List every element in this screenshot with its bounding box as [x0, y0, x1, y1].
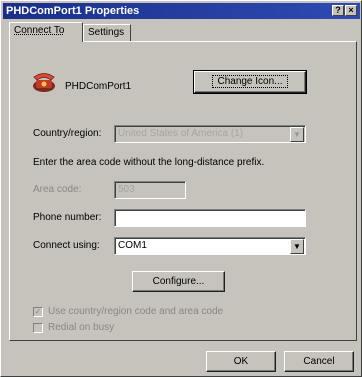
country-select[interactable]: United States of America (1) ▼: [114, 125, 306, 143]
area-code-label: Area code:: [33, 184, 82, 195]
tab-connect-to[interactable]: Connect To: [9, 22, 83, 42]
area-code-field[interactable]: 503: [114, 181, 186, 199]
area-code-value: 503: [118, 184, 135, 195]
change-icon-button[interactable]: Change Icon...: [193, 70, 307, 94]
device-name: PHDComPort1: [65, 81, 132, 92]
chevron-down-icon[interactable]: ▼: [290, 127, 304, 142]
help-button[interactable]: ?: [332, 5, 344, 16]
redial-checkbox[interactable]: [33, 323, 43, 333]
use-country-checkbox[interactable]: ✓: [33, 307, 43, 317]
title-bar: PHDComPort1 Properties ? ×: [3, 3, 360, 19]
change-icon-label: Change Icon...: [212, 75, 288, 88]
ok-button[interactable]: OK: [206, 351, 276, 372]
tab-connect-to-label: Connect To: [14, 25, 65, 36]
use-country-label: Use country/region code and area code: [48, 306, 224, 317]
modem-phone-icon: [33, 73, 55, 92]
cancel-button[interactable]: Cancel: [284, 351, 354, 372]
close-button[interactable]: ×: [345, 5, 357, 16]
country-label: Country/region:: [33, 128, 102, 139]
phone-number-label: Phone number:: [33, 212, 102, 223]
connect-using-value: COM1: [118, 240, 147, 251]
tab-settings[interactable]: Settings: [83, 24, 131, 41]
phone-number-field[interactable]: [114, 209, 306, 227]
configure-button[interactable]: Configure...: [132, 271, 225, 292]
connect-using-label: Connect using:: [33, 240, 100, 251]
chevron-down-icon[interactable]: ▼: [290, 239, 304, 254]
redial-label: Redial on busy: [48, 322, 115, 333]
connect-using-select[interactable]: COM1 ▼: [114, 237, 306, 255]
properties-window: PHDComPort1 Properties ? × Connect To Se…: [0, 0, 362, 377]
country-value: United States of America (1): [118, 128, 244, 139]
window-title: PHDComPort1 Properties: [6, 5, 140, 17]
tab-settings-label: Settings: [88, 27, 125, 38]
instructions-text: Enter the area code without the long-dis…: [33, 157, 265, 168]
